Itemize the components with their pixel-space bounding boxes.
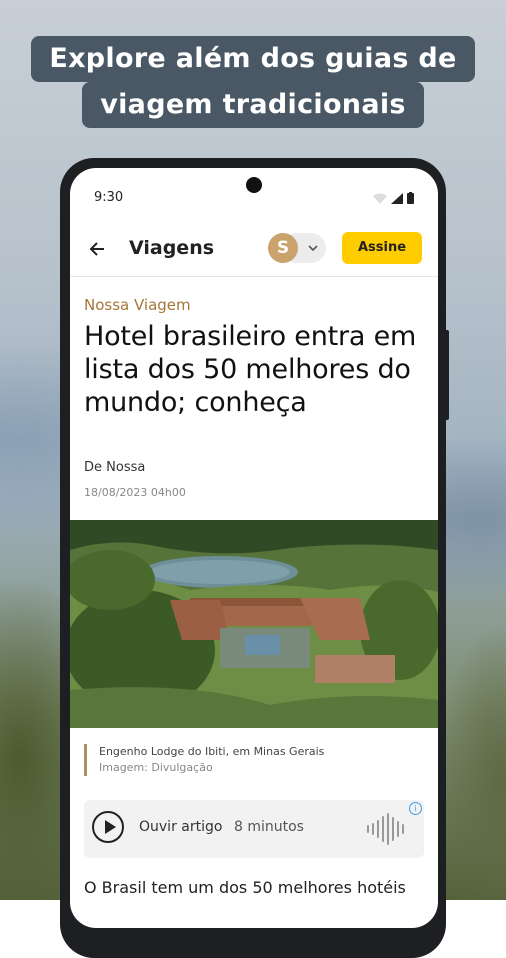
article-byline: De Nossa [84, 460, 146, 475]
section-title: Viagens [129, 237, 215, 259]
status-bar: 9:30 [70, 168, 438, 212]
camera-cutout [246, 177, 262, 193]
signal-icon [391, 193, 403, 204]
article-date: 18/08/2023 04h00 [84, 486, 186, 499]
status-time: 9:30 [94, 190, 124, 205]
battery-icon [407, 192, 414, 204]
avatar: S [268, 233, 298, 263]
caption-text: Engenho Lodge do Ibiti, em Minas Gerais [99, 745, 325, 758]
status-icons [373, 192, 414, 204]
audio-player[interactable]: Ouvir artigo 8 minutos i [84, 800, 424, 858]
soundwave-icon [367, 813, 404, 845]
photo-caption: Engenho Lodge do Ibiti, em Minas Gerais … [84, 744, 324, 776]
app-bar: Viagens S Assine [70, 222, 438, 277]
info-icon[interactable]: i [409, 802, 422, 815]
back-arrow-icon[interactable] [86, 238, 108, 260]
phone-screen: 9:30 Viagens S Assine Nossa Viagem Hotel… [70, 168, 438, 928]
chevron-down-icon [308, 245, 318, 252]
subscribe-button[interactable]: Assine [342, 232, 422, 264]
promo-headline-line2: viagem tradicionais [82, 82, 424, 128]
article-body-start: O Brasil tem um dos 50 melhores hotéis [84, 878, 406, 897]
article-title: Hotel brasileiro entra em lista dos 50 m… [84, 321, 417, 418]
caption-credit: Imagem: Divulgação [99, 761, 213, 774]
play-icon[interactable] [92, 811, 124, 843]
audio-duration: 8 minutos [234, 819, 304, 835]
listen-label: Ouvir artigo [139, 819, 223, 835]
phone-side-button [444, 330, 449, 420]
article-kicker[interactable]: Nossa Viagem [84, 296, 191, 314]
promo-headline-line1: Explore além dos guias de [31, 36, 475, 82]
wifi-icon [373, 193, 387, 204]
hotel-aerial-image [70, 520, 438, 728]
promo-headline: Explore além dos guias de viagem tradici… [0, 36, 506, 128]
article-photo [70, 520, 438, 728]
account-menu[interactable]: S [268, 233, 326, 263]
